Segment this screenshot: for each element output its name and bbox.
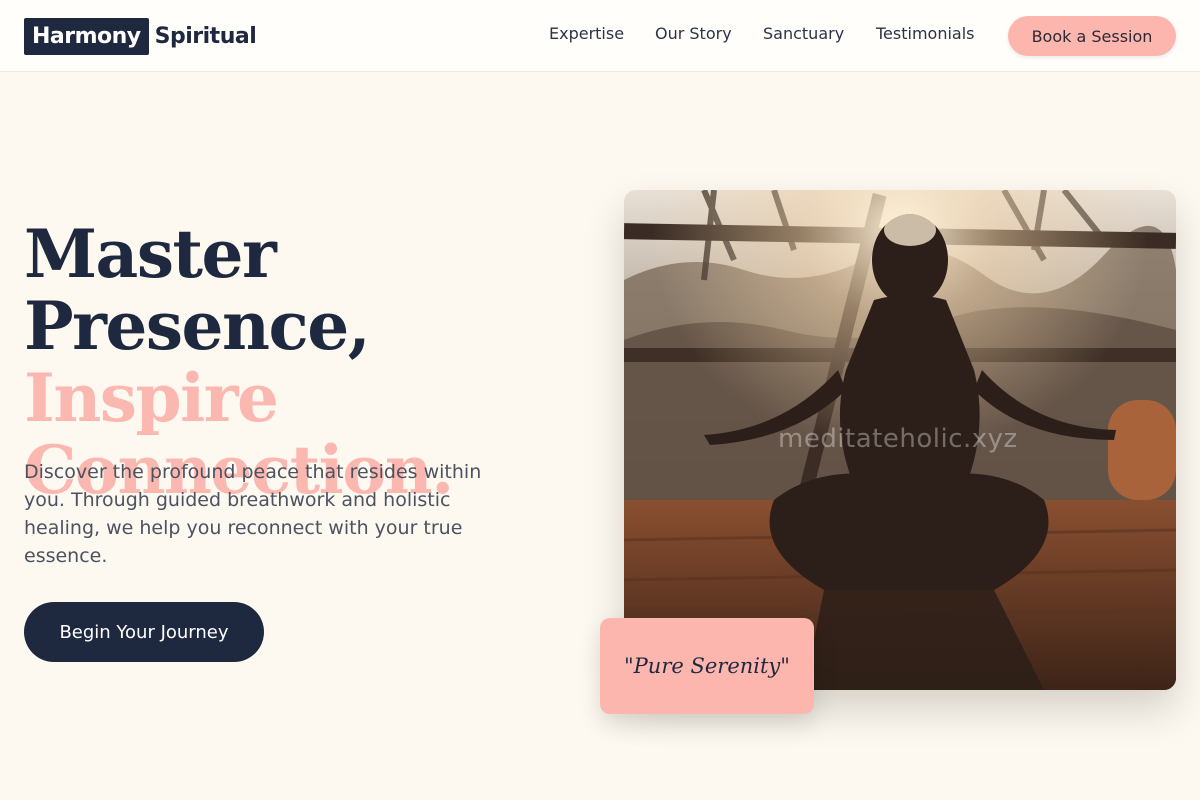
nav-link-our-story[interactable]: Our Story — [655, 24, 732, 43]
quote-card: "Pure Serenity" — [600, 618, 814, 714]
quote-text: "Pure Serenity" — [624, 654, 790, 678]
logo[interactable]: Harmony Spiritual — [24, 17, 257, 55]
headline-line-2: Inspire — [24, 359, 279, 437]
watermark-text: meditateholic.xyz — [778, 424, 1018, 454]
hero-lead-text: Discover the profound peace that resides… — [24, 461, 482, 567]
site-header: Harmony Spiritual Expertise Our Story Sa… — [0, 0, 1200, 72]
headline-line-1: Master Presence, — [24, 215, 371, 365]
logo-box: Harmony — [24, 17, 149, 55]
nav-link-testimonials[interactable]: Testimonials — [876, 24, 975, 43]
nav-link-expertise[interactable]: Expertise — [549, 24, 624, 43]
logo-text: Spiritual — [154, 23, 257, 49]
book-session-button[interactable]: Book a Session — [1008, 16, 1176, 56]
nav-link-sanctuary[interactable]: Sanctuary — [763, 24, 844, 43]
begin-journey-button[interactable]: Begin Your Journey — [24, 602, 264, 662]
